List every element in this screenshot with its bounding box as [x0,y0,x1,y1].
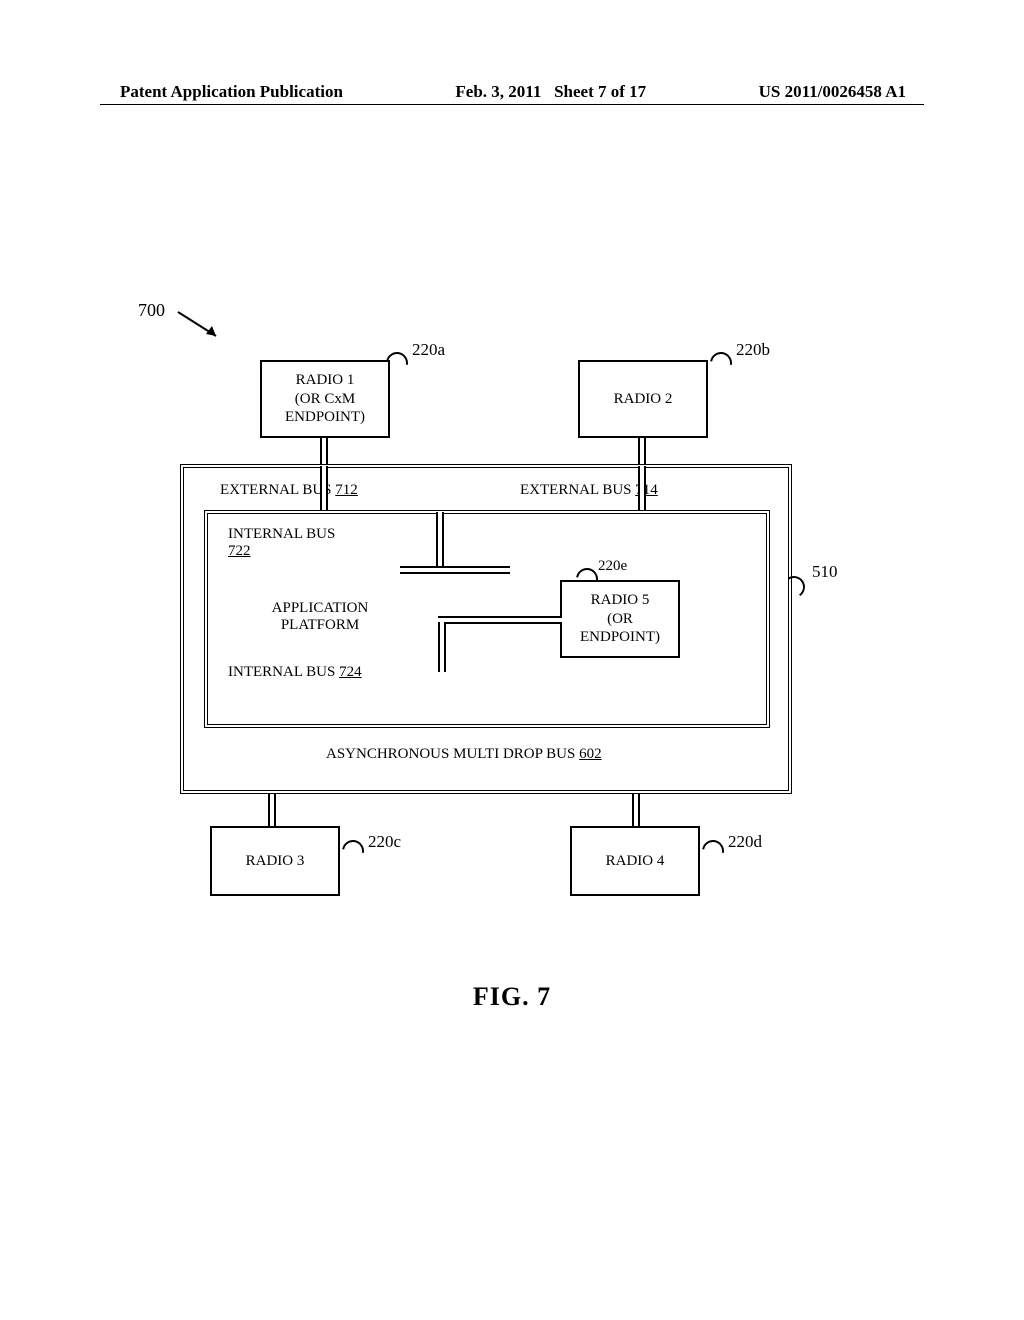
ref-220a-label: 220a [412,340,445,360]
radio-4-text: RADIO 4 [606,852,665,871]
async-bus-num: 602 [579,746,602,762]
radio-3-box: RADIO 3 [210,826,340,896]
header-date: Feb. 3, 2011 [455,82,541,101]
app-platform-l2: PLATFORM [250,617,390,634]
conn-radio2-inner [638,466,646,514]
ext-bus-712-text: EXTERNAL BUS [220,482,335,498]
ref-700-label: 700 [138,300,165,321]
ref-220e-label: 220e [598,558,627,575]
radio-1-box: RADIO 1 (OR CxM ENDPOINT) [260,360,390,438]
int-bus-722-num: 722 [228,543,251,559]
int-bus-724-num: 724 [339,664,362,680]
header-sheet: Sheet 7 of 17 [554,82,646,101]
async-bus-label: ASYNCHRONOUS MULTI DROP BUS 602 [326,746,602,763]
internal-bus-724-label: INTERNAL BUS 724 [228,664,362,681]
radio-3-text: RADIO 3 [246,852,305,871]
ref-700-arrow-icon [176,310,226,344]
header-right: US 2011/0026458 A1 [759,82,906,102]
ref-510-label: 510 [812,562,838,582]
radio-4-box: RADIO 4 [570,826,700,896]
ref-220b-label: 220b [736,340,770,360]
ref-220c-label: 220c [368,832,401,852]
radio-1-line2: (OR CxM [295,390,355,409]
radio-1-line1: RADIO 1 [296,371,355,390]
int-bus-724-text: INTERNAL BUS [228,664,339,680]
ext-bus-712-num: 712 [335,482,358,498]
leader-220b-icon [706,348,737,379]
page-header: Patent Application Publication Feb. 3, 2… [0,82,1024,102]
radio-1-line3: ENDPOINT) [285,408,365,427]
conn-inner-h1 [400,566,510,574]
internal-bus-722-label: INTERNAL BUS 722 [228,526,335,560]
application-platform-label: APPLICATION PLATFORM [250,600,390,634]
radio-2-box: RADIO 2 [578,360,708,438]
conn-radio1-inner [320,466,328,514]
ext-bus-714-text: EXTERNAL BUS [520,482,635,498]
ref-220d-label: 220d [728,832,762,852]
radio-5-box: RADIO 5 (OR ENDPOINT) [560,580,680,658]
header-rule [100,104,924,105]
app-platform-l1: APPLICATION [250,600,390,617]
header-middle: Feb. 3, 2011 Sheet 7 of 17 [455,82,646,102]
header-left: Patent Application Publication [120,82,343,102]
external-bus-712-label: EXTERNAL BUS 712 [220,482,358,499]
leader-220d-icon [698,836,729,867]
radio-2-text: RADIO 2 [614,390,673,409]
conn-to-radio5 [438,616,562,624]
radio-5-line3: ENDPOINT) [580,628,660,647]
conn-radio4-down [632,794,640,828]
conn-inner-v2 [438,622,446,672]
radio-5-line1: RADIO 5 [591,591,650,610]
conn-radio3-down [268,794,276,828]
radio-5-line2: (OR [607,610,633,629]
leader-220c-icon [338,836,369,867]
diagram-700: 700 220a 220b RADIO 1 (OR CxM ENDPOINT) … [120,300,904,940]
conn-inner-v1 [436,512,444,568]
figure-caption: FIG. 7 [0,982,1024,1012]
async-bus-text: ASYNCHRONOUS MULTI DROP BUS [326,746,579,762]
int-bus-722-text: INTERNAL BUS [228,526,335,542]
